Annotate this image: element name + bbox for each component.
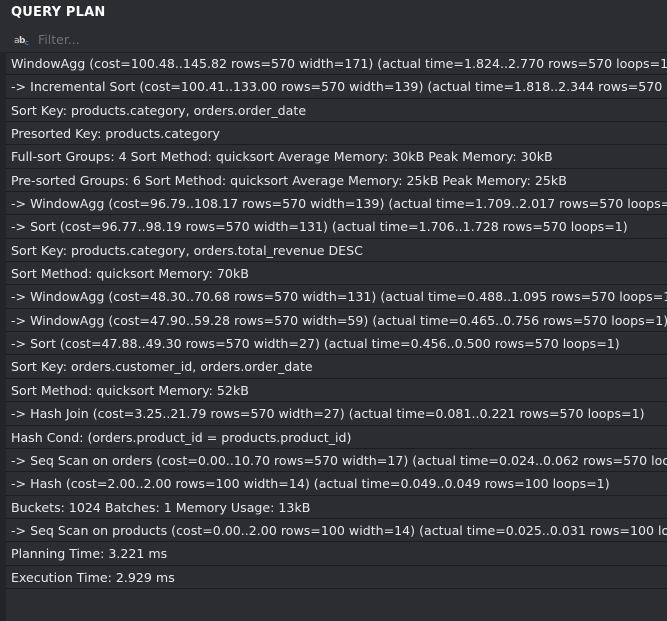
plan-row[interactable]: -> WindowAgg (cost=47.90..59.28 rows=570…: [6, 309, 667, 333]
plan-row[interactable]: Presorted Key: products.category: [6, 122, 667, 146]
plan-row[interactable]: -> WindowAgg (cost=96.79..108.17 rows=57…: [6, 192, 667, 216]
plan-row[interactable]: Sort Key: products.category, orders.tota…: [6, 239, 667, 263]
plan-row[interactable]: Buckets: 1024 Batches: 1 Memory Usage: 1…: [6, 496, 667, 519]
plan-row[interactable]: -> Incremental Sort (cost=100.41..133.00…: [6, 75, 667, 99]
plan-row[interactable]: -> Sort (cost=96.77..98.19 rows=570 widt…: [6, 215, 667, 239]
filter-input[interactable]: [38, 31, 238, 47]
plan-row[interactable]: Sort Method: quicksort Memory: 52kB: [6, 379, 667, 403]
plan-row[interactable]: Execution Time: 2.929 ms: [6, 566, 667, 589]
plan-row[interactable]: -> Hash Join (cost=3.25..21.79 rows=570 …: [6, 402, 667, 426]
filter-text-icon[interactable]: a b c: [14, 32, 32, 47]
plan-row[interactable]: -> Seq Scan on orders (cost=0.00..10.70 …: [6, 449, 667, 473]
plan-row[interactable]: Full-sort Groups: 4 Sort Method: quickso…: [6, 145, 667, 169]
plan-row[interactable]: -> Sort (cost=47.88..49.30 rows=570 widt…: [6, 332, 667, 356]
plan-row[interactable]: Sort Method: quicksort Memory: 70kB: [6, 262, 667, 286]
panel-title: QUERY PLAN: [11, 5, 106, 20]
plan-rows: WindowAgg (cost=100.48..145.82 rows=570 …: [6, 52, 667, 589]
plan-row[interactable]: Pre-sorted Groups: 6 Sort Method: quicks…: [6, 169, 667, 193]
svg-text:c: c: [25, 39, 29, 47]
plan-row[interactable]: WindowAgg (cost=100.48..145.82 rows=570 …: [6, 52, 667, 76]
plan-row[interactable]: Hash Cond: (orders.product_id = products…: [6, 426, 667, 449]
plan-row[interactable]: Sort Key: orders.customer_id, orders.ord…: [6, 355, 667, 379]
plan-row[interactable]: Sort Key: products.category, orders.orde…: [6, 99, 667, 123]
plan-row[interactable]: -> Seq Scan on products (cost=0.00..2.00…: [6, 519, 667, 543]
plan-row[interactable]: -> WindowAgg (cost=48.30..70.68 rows=570…: [6, 285, 667, 309]
query-plan-panel: QUERY PLAN a b c WindowAgg (cost=100.48.…: [0, 0, 667, 621]
filter-bar: a b c: [0, 26, 667, 53]
plan-row[interactable]: Planning Time: 3.221 ms: [6, 542, 667, 566]
plan-row[interactable]: -> Hash (cost=2.00..2.00 rows=100 width=…: [6, 472, 667, 496]
